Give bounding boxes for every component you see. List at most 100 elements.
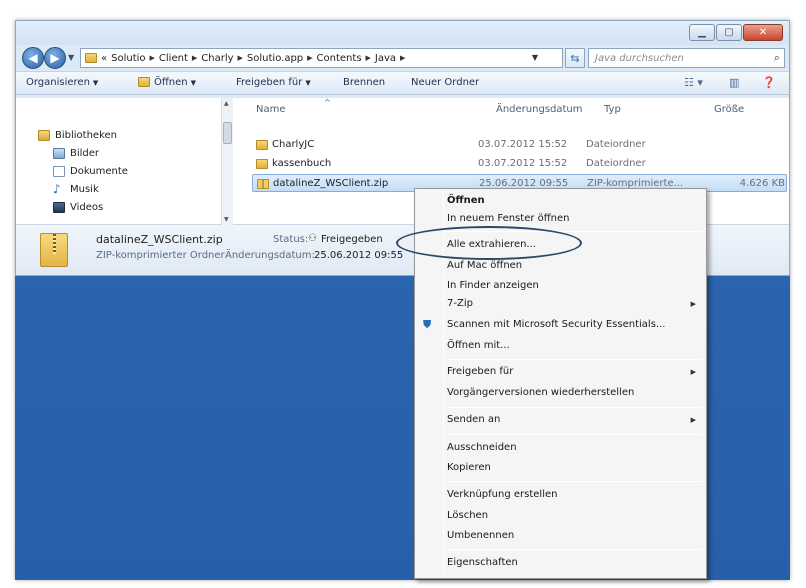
- preview-pane-icon[interactable]: ▥: [729, 76, 739, 89]
- breadcrumb-separator-icon[interactable]: ▶: [400, 54, 405, 62]
- forward-button[interactable]: ▶: [44, 47, 66, 69]
- nav-item-documents[interactable]: Dokumente: [53, 166, 128, 177]
- menu-item-7zip[interactable]: 7-Zip: [447, 298, 473, 309]
- submenu-arrow-icon: ▶: [690, 416, 696, 424]
- navigation-pane: Bibliotheken Bilder Dokumente ♪ Musik Vi…: [16, 98, 233, 225]
- pictures-icon: [53, 148, 65, 159]
- burn-button[interactable]: Brennen: [343, 77, 385, 88]
- file-row[interactable]: kassenbuch 03.07.2012 15:52 Dateiordner: [252, 155, 787, 173]
- file-name: kassenbuch: [272, 158, 332, 169]
- refresh-button[interactable]: ⇆: [565, 48, 585, 68]
- menu-item-restore-versions[interactable]: Vorgängerversionen wiederherstellen: [447, 387, 634, 398]
- column-header-name[interactable]: Name: [256, 104, 286, 115]
- breadcrumb-solutio[interactable]: Solutio: [111, 53, 145, 64]
- file-date: 03.07.2012 15:52: [478, 139, 568, 150]
- maximize-button[interactable]: ▢: [716, 24, 742, 41]
- menu-item-create-shortcut[interactable]: Verknüpfung erstellen: [447, 489, 557, 500]
- open-button[interactable]: Öffnen ▼: [138, 77, 196, 88]
- breadcrumb-charly[interactable]: Charly: [201, 53, 233, 64]
- address-bar[interactable]: « Solutio ▶ Client ▶ Charly ▶ Solutio.ap…: [80, 48, 563, 68]
- close-button[interactable]: ✕: [743, 24, 783, 41]
- nav-item-libraries[interactable]: Bibliotheken: [38, 130, 117, 141]
- column-header-date[interactable]: Änderungsdatum: [496, 104, 583, 115]
- share-label: Freigeben für: [236, 77, 303, 88]
- address-dropdown-icon[interactable]: ▼: [532, 53, 538, 62]
- folder-icon: [256, 158, 268, 169]
- details-status-value: Freigegeben: [321, 234, 383, 245]
- column-header-size[interactable]: Größe: [714, 104, 744, 115]
- new-folder-button[interactable]: Neuer Ordner: [411, 77, 479, 88]
- menu-item-send-to[interactable]: Senden an: [447, 414, 500, 425]
- nav-item-music[interactable]: ♪ Musik: [53, 182, 99, 196]
- breadcrumb-java[interactable]: Java: [375, 53, 396, 64]
- breadcrumb-client[interactable]: Client: [159, 53, 188, 64]
- menu-item-open-with[interactable]: Öffnen mit...: [447, 340, 510, 351]
- scroll-down-icon[interactable]: ▼: [224, 216, 229, 223]
- menu-item-open-on-mac[interactable]: Auf Mac öffnen: [447, 260, 522, 271]
- details-date-label: Änderungsdatum:: [225, 250, 315, 261]
- security-shield-icon: ⛊: [423, 318, 432, 331]
- file-row[interactable]: CharlyJC 03.07.2012 15:52 Dateiordner: [252, 136, 787, 154]
- nav-item-pictures[interactable]: Bilder: [53, 148, 99, 159]
- nav-item-videos[interactable]: Videos: [53, 202, 103, 213]
- breadcrumb-separator-icon[interactable]: ▶: [150, 54, 155, 62]
- menu-item-delete[interactable]: Löschen: [447, 510, 488, 521]
- menu-item-cut[interactable]: Ausschneiden: [447, 442, 517, 453]
- file-name-cell: kassenbuch: [256, 158, 331, 169]
- menu-separator: [445, 549, 703, 550]
- search-icon[interactable]: ⌕: [774, 51, 780, 65]
- scroll-thumb[interactable]: [223, 122, 232, 144]
- search-placeholder: Java durchsuchen: [595, 52, 684, 64]
- breadcrumb-separator-icon[interactable]: ▶: [307, 54, 312, 62]
- music-icon: ♪: [53, 182, 61, 196]
- details-status-label: Status:: [273, 234, 309, 245]
- menu-item-share-with[interactable]: Freigeben für: [447, 366, 513, 377]
- sort-indicator-icon: ^: [324, 98, 331, 107]
- minimize-button[interactable]: ▁: [689, 24, 715, 41]
- back-button[interactable]: ◀: [22, 47, 44, 69]
- menu-separator: [445, 481, 703, 482]
- zip-folder-icon: [257, 178, 269, 189]
- file-name-cell: CharlyJC: [256, 139, 314, 150]
- search-input[interactable]: Java durchsuchen ⌕: [588, 48, 785, 68]
- breadcrumb-contents[interactable]: Contents: [317, 53, 362, 64]
- shared-users-icon: ⚇: [308, 233, 317, 244]
- open-folder-icon: [138, 77, 150, 87]
- scroll-up-icon[interactable]: ▲: [224, 100, 229, 107]
- nav-label: Videos: [70, 202, 104, 213]
- menu-item-scan-mse[interactable]: Scannen mit Microsoft Security Essential…: [447, 319, 665, 330]
- help-icon[interactable]: ❓: [762, 76, 776, 89]
- share-button[interactable]: Freigeben für ▼: [236, 77, 311, 88]
- breadcrumb-separator-icon[interactable]: ▶: [238, 54, 243, 62]
- chevron-down-icon: ▼: [92, 79, 99, 87]
- menu-item-show-in-finder[interactable]: In Finder anzeigen: [447, 280, 539, 291]
- breadcrumb-overflow[interactable]: «: [101, 53, 107, 64]
- file-date: 03.07.2012 15:52: [478, 158, 568, 169]
- open-label: Öffnen: [154, 77, 188, 88]
- zip-file-icon: [40, 233, 68, 267]
- menu-item-rename[interactable]: Umbenennen: [447, 530, 514, 541]
- highlight-annotation: [396, 226, 582, 260]
- menu-item-copy[interactable]: Kopieren: [447, 462, 491, 473]
- libraries-icon: [38, 130, 50, 141]
- menu-item-properties[interactable]: Eigenschaften: [447, 557, 518, 568]
- history-dropdown-icon[interactable]: ▼: [68, 53, 74, 62]
- organize-button[interactable]: Organisieren ▼: [26, 77, 98, 88]
- window-controls: ▁ ▢ ✕: [688, 24, 783, 41]
- menu-item-open-new-window[interactable]: In neuem Fenster öffnen: [447, 213, 569, 224]
- documents-icon: [53, 166, 65, 177]
- details-date-value: 25.06.2012 09:55: [314, 250, 404, 261]
- nav-label: Bibliotheken: [55, 130, 117, 141]
- breadcrumb-separator-icon[interactable]: ▶: [192, 54, 197, 62]
- view-options-icon[interactable]: ☷ ▾: [684, 76, 703, 89]
- organize-label: Organisieren: [26, 77, 90, 88]
- breadcrumb-separator-icon[interactable]: ▶: [366, 54, 371, 62]
- nav-label: Dokumente: [70, 166, 128, 177]
- nav-scrollbar[interactable]: ▲ ▼: [221, 98, 233, 225]
- nav-label: Musik: [70, 184, 99, 195]
- breadcrumb-solutio-app[interactable]: Solutio.app: [247, 53, 303, 64]
- column-header-type[interactable]: Typ: [604, 104, 621, 115]
- menu-separator: [445, 407, 703, 408]
- command-bar: Organisieren ▼ Öffnen ▼ Freigeben für ▼ Bre…: [16, 71, 789, 95]
- menu-item-open[interactable]: Öffnen: [447, 195, 485, 206]
